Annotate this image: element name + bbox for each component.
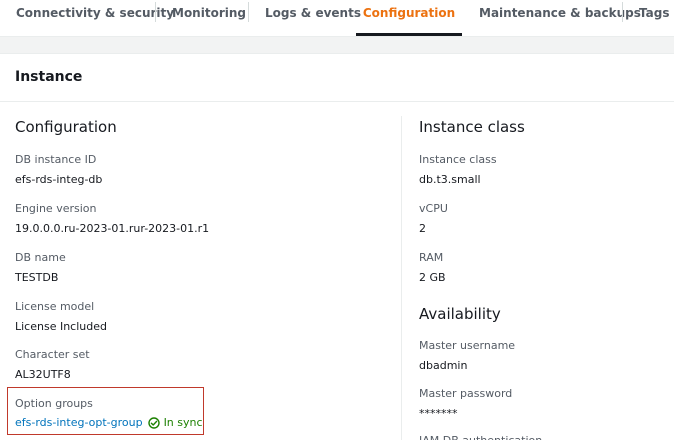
master-username-value: dbadmin (419, 359, 468, 372)
instance-class-value: db.t3.small (419, 173, 481, 186)
tab-configuration[interactable]: Configuration (356, 0, 462, 36)
master-password-label: Master password (419, 387, 513, 400)
tab-separator (155, 2, 156, 22)
column-divider (401, 116, 402, 440)
panel-title: Instance (15, 69, 83, 85)
check-circle-icon (147, 416, 160, 429)
option-groups-row: efs-rds-integ-opt-group In sync (15, 416, 203, 429)
iam-auth-label: IAM DB authentication (419, 434, 542, 440)
tab-tags[interactable]: Tags (639, 0, 669, 34)
tab-bar: Connectivity & security Monitoring Logs … (0, 0, 674, 37)
tab-separator (248, 2, 249, 22)
panel-header: Instance (0, 54, 674, 102)
db-name-label: DB name (15, 251, 66, 264)
instance-class-heading: Instance class (419, 118, 525, 136)
tab-connectivity-security[interactable]: Connectivity & security (16, 0, 174, 34)
db-name-value: TESTDB (15, 271, 59, 284)
option-group-link[interactable]: efs-rds-integ-opt-group (15, 416, 143, 429)
ram-label: RAM (419, 251, 444, 264)
character-set-label: Character set (15, 348, 90, 361)
sync-status: In sync (163, 416, 203, 429)
tab-monitoring[interactable]: Monitoring (172, 0, 246, 34)
engine-version-value: 19.0.0.0.ru-2023-01.rur-2023-01.r1 (15, 222, 210, 235)
engine-version-label: Engine version (15, 202, 97, 215)
db-instance-id-value: efs-rds-integ-db (15, 173, 103, 186)
license-model-value: License Included (15, 320, 107, 333)
configuration-heading: Configuration (15, 118, 117, 136)
vcpu-label: vCPU (419, 202, 448, 215)
tab-separator (622, 2, 623, 22)
license-model-label: License model (15, 300, 95, 313)
db-instance-id-label: DB instance ID (15, 153, 97, 166)
instance-panel: Instance Configuration DB instance ID ef… (0, 53, 674, 440)
master-username-label: Master username (419, 339, 516, 352)
character-set-value: AL32UTF8 (15, 368, 71, 381)
tab-logs-events[interactable]: Logs & events (265, 0, 361, 34)
master-password-value: ******* (419, 407, 458, 420)
availability-heading: Availability (419, 305, 501, 323)
vcpu-value: 2 (419, 222, 426, 235)
instance-class-label: Instance class (419, 153, 497, 166)
tab-maintenance-backups[interactable]: Maintenance & backups (479, 0, 641, 34)
option-groups-label: Option groups (15, 397, 93, 410)
ram-value: 2 GB (419, 271, 446, 284)
